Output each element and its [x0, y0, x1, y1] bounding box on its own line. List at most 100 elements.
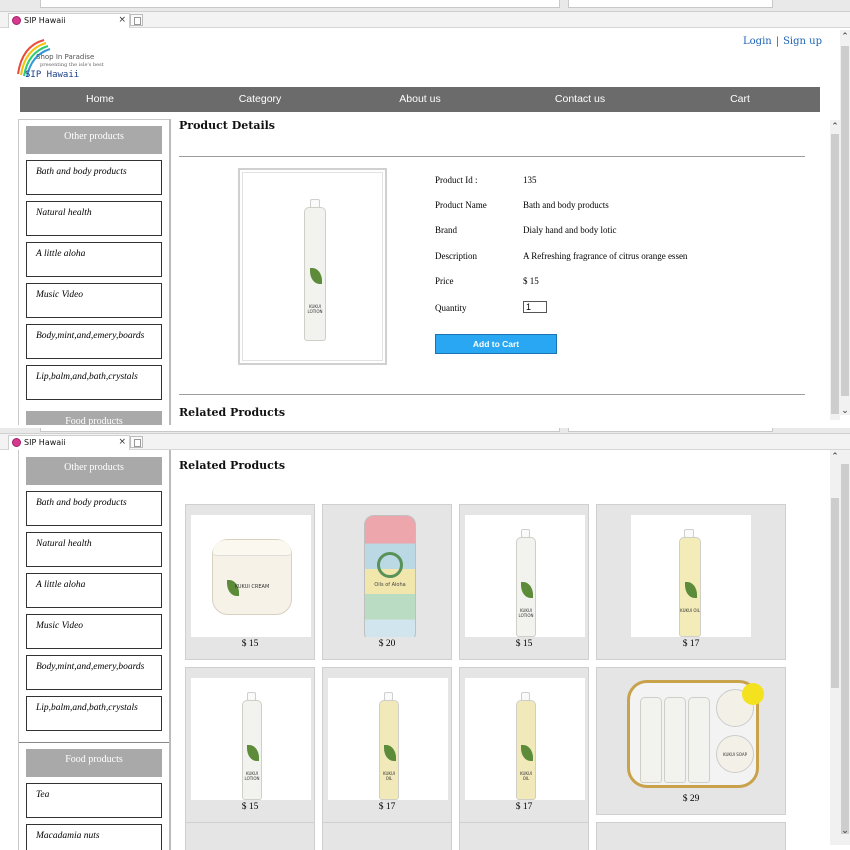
product-image: KUKUI LOTION [238, 168, 387, 365]
favicon-icon [12, 16, 21, 25]
related-product-card[interactable]: KUKUI LOTION $ 15 [185, 667, 315, 823]
favicon-icon [12, 438, 21, 447]
related-product-card[interactable]: KUKUI CREAM $ 15 [185, 504, 315, 660]
cream-jar-icon: KUKUI CREAM [212, 539, 292, 615]
product-price: $ 17 [378, 802, 396, 812]
new-tab-icon[interactable] [130, 436, 143, 448]
address-field[interactable] [40, 0, 560, 8]
scroll-up-icon[interactable]: ⌃ [830, 122, 840, 132]
browser-address-bar [0, 0, 850, 12]
logo-subline: presenting the isle's best [40, 62, 104, 68]
related-product-card[interactable] [596, 822, 786, 850]
related-product-card[interactable] [459, 822, 589, 850]
nav-cart[interactable]: Cart [660, 87, 820, 112]
detail-label: Price [435, 276, 454, 286]
product-thumbnail: KUKUI OIL [328, 678, 448, 800]
page-scrollbar-thumb[interactable] [841, 464, 849, 834]
sidebar-item-music-video[interactable]: Music Video [26, 614, 162, 649]
sidebar-item-bath[interactable]: Bath and body products [26, 491, 162, 526]
nav-home[interactable]: Home [20, 87, 180, 112]
tab-strip: SIP Hawaii × [0, 12, 850, 28]
product-thumbnail: KUKUI LOTION [465, 515, 585, 637]
related-product-card[interactable]: Oils of Aloha $ 20 [322, 504, 452, 660]
product-price: $ 17 [515, 802, 533, 812]
page-scrollbar-thumb[interactable] [841, 46, 849, 396]
nav-contact-us[interactable]: Contact us [500, 87, 660, 112]
sidebar-item-bath[interactable]: Bath and body products [26, 160, 162, 195]
sidebar-item-music-video[interactable]: Music Video [26, 283, 162, 318]
signup-link[interactable]: Sign up [783, 36, 822, 47]
bath-crystals-icon: Oils of Aloha [364, 515, 416, 637]
scrollbar-bottom[interactable] [830, 450, 840, 845]
browser-tab[interactable]: SIP Hawaii × [8, 13, 130, 28]
new-tab-icon[interactable] [130, 14, 143, 26]
search-field[interactable] [568, 0, 773, 8]
divider [179, 394, 805, 395]
related-product-card[interactable]: KUKUI SOAP $ 29 [596, 667, 786, 815]
sidebar-item-aloha[interactable]: A little aloha [26, 573, 162, 608]
close-tab-icon[interactable]: × [118, 14, 126, 27]
quantity-input[interactable]: 1 [523, 301, 547, 313]
browser-window-top: SIP Hawaii × Shop In Paradise presenting… [0, 0, 850, 425]
address-field[interactable] [40, 428, 560, 432]
related-products-title: Related Products [179, 459, 286, 472]
auth-links: Login | Sign up [743, 36, 822, 47]
browser-tab[interactable]: SIP Hawaii × [8, 435, 130, 450]
sidebar-item-natural-health[interactable]: Natural health [26, 532, 162, 567]
close-tab-icon[interactable]: × [118, 436, 126, 449]
product-price: $ 17 [682, 639, 700, 649]
sidebar-item-body-mint[interactable]: Body,mint,and,emery,boards [26, 324, 162, 359]
bottle-label: KUKUI OIL [680, 608, 700, 613]
nav-category[interactable]: Category [180, 87, 340, 112]
detail-value: Bath and body products [523, 200, 609, 210]
page-scrollbar[interactable] [840, 450, 850, 845]
sidebar-item-lip-balm[interactable]: Lip,balm,and,bath,crystals [26, 696, 162, 731]
jar-label: KUKUI CREAM [234, 584, 270, 590]
sidebar-item-natural-health[interactable]: Natural health [26, 201, 162, 236]
product-price: $ 15 [241, 639, 259, 649]
divider [179, 156, 805, 157]
product-price: $ 15 [515, 639, 533, 649]
sidebar-categories: Other products Bath and body products Na… [18, 450, 171, 850]
browser-nav-icon[interactable] [0, 0, 40, 8]
nav-about-us[interactable]: About us [340, 87, 500, 112]
page-scroll-down-icon[interactable]: ⌄ [840, 826, 850, 836]
scrollbar-thumb[interactable] [831, 134, 839, 414]
page-scroll-down-icon[interactable]: ⌄ [840, 406, 850, 416]
sidebar-item-macadamia[interactable]: Macadamia nuts [26, 824, 162, 850]
sidebar-item-body-mint[interactable]: Body,mint,and,emery,boards [26, 655, 162, 690]
product-details-title: Product Details [179, 119, 275, 132]
sidebar-header-food: Food products [26, 411, 162, 425]
add-to-cart-button[interactable]: Add to Cart [435, 334, 557, 354]
related-product-card[interactable]: KUKUI OIL $ 17 [322, 667, 452, 823]
scrollbar-top[interactable] [830, 120, 840, 420]
detail-value: $ 15 [523, 276, 539, 286]
sidebar-header-other: Other products [26, 457, 162, 485]
scroll-up-icon[interactable]: ⌃ [830, 452, 840, 462]
main-navbar: Home Category About us Contact us Cart [20, 87, 820, 112]
product-price: $ 20 [378, 639, 396, 649]
logo-name: SIP Hawaii [25, 70, 80, 80]
bottle-label: KUKUI OIL [519, 771, 533, 781]
scrollbar-thumb[interactable] [831, 498, 839, 688]
page-scrollbar[interactable] [840, 30, 850, 415]
search-field[interactable] [568, 428, 773, 432]
login-link[interactable]: Login [743, 36, 772, 47]
product-thumbnail: KUKUI CREAM [191, 515, 311, 637]
soap-label: KUKUI SOAP [722, 752, 748, 757]
quantity-label: Quantity [435, 303, 467, 313]
sidebar-item-lip-balm[interactable]: Lip,balm,and,bath,crystals [26, 365, 162, 400]
related-product-card[interactable]: KUKUI OIL $ 17 [596, 504, 786, 660]
related-product-card[interactable] [185, 822, 315, 850]
gift-kit-icon: KUKUI SOAP [627, 680, 764, 788]
site-logo[interactable]: Shop In Paradise presenting the isle's b… [14, 38, 114, 82]
related-product-card[interactable]: KUKUI LOTION $ 15 [459, 504, 589, 660]
sidebar-item-tea[interactable]: Tea [26, 783, 162, 818]
page-scroll-up-icon[interactable]: ⌃ [840, 32, 850, 42]
related-product-card[interactable]: KUKUI OIL $ 17 [459, 667, 589, 823]
related-product-card[interactable] [322, 822, 452, 850]
bottle-label: KUKUI OIL [382, 771, 396, 781]
sidebar-item-aloha[interactable]: A little aloha [26, 242, 162, 277]
sidebar-categories: Other products Bath and body products Na… [18, 119, 171, 425]
tab-strip: SIP Hawaii × [0, 434, 850, 450]
